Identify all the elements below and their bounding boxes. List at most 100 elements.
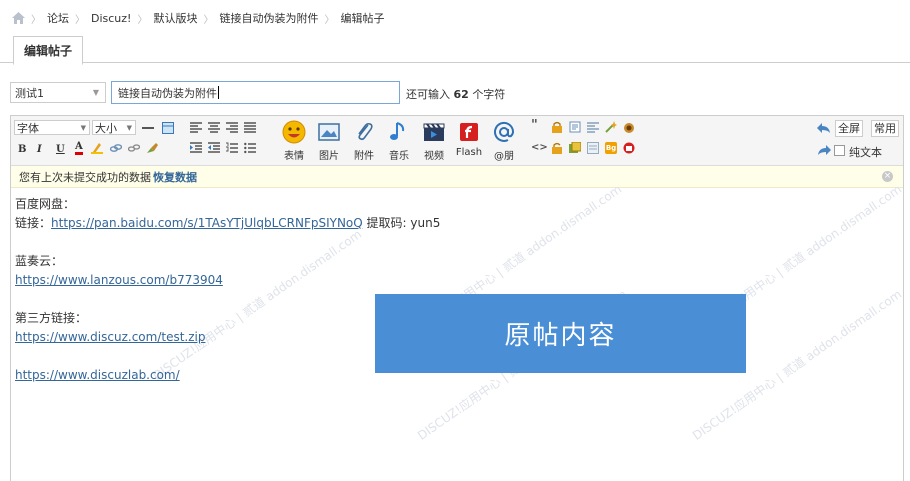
pagebreak-icon[interactable] [587,121,599,133]
breadcrumb-link[interactable]: 默认版块 [153,10,197,26]
char-limit-count: 62 [453,88,469,101]
unordered-list-icon[interactable] [244,142,256,154]
video-button[interactable]: 视频 [417,120,451,162]
baidu-link[interactable]: https://pan.baidu.com/s/1TAsYTjUlqbLCRNF… [51,216,363,230]
at-sign-icon [494,121,515,142]
font-color-button[interactable]: A [75,142,83,155]
content-line: 百度网盘： [15,197,76,211]
background-color-icon[interactable] [91,142,103,154]
emoticon-button[interactable]: 表情 [277,120,311,162]
text-caret [218,86,219,99]
tab-edit-post[interactable]: 编辑帖子 [13,36,83,65]
subject-input[interactable]: 链接自动伪装为附件 [111,81,400,104]
third-party-link[interactable]: https://www.discuz.com/test.zip [15,330,205,344]
template-icon[interactable] [587,142,599,154]
ordered-list-icon[interactable] [226,142,238,154]
draft-notice: 您有上次未提交成功的数据 恢复数据 × [11,166,903,188]
attachment-label: 附件 [354,151,374,162]
breadcrumb: 〉 论坛 〉 Discuz! 〉 默认版块 〉 链接自动伪装为附件 〉 编辑帖子 [12,9,384,27]
unlink-icon[interactable] [128,142,140,154]
smiley-icon [282,120,306,144]
mention-label: @朋 [494,151,514,162]
lock-icon[interactable] [551,121,563,133]
font-family-select[interactable]: 字体 ▼ [14,120,90,135]
fullscreen-button[interactable]: 全屏 [835,120,863,137]
content-line: 链接：https://pan.baidu.com/s/1TAsYTjUlqbLC… [15,214,895,233]
image-icon [318,123,340,141]
attachment-button[interactable]: 附件 [347,120,381,162]
mention-button[interactable]: @朋 [487,120,521,162]
music-button[interactable]: 音乐 [382,120,416,162]
common-button[interactable]: 常用 [871,120,899,137]
bold-button[interactable]: B [18,144,26,155]
extract-code: 提取码: yun5 [362,216,441,230]
music-label: 音乐 [389,151,409,162]
underline-button[interactable]: U [56,144,65,155]
align-justify-icon[interactable] [244,122,256,134]
tab-divider [0,62,910,63]
content-line: https://www.lanzous.com/b773904 [15,271,895,290]
char-limit: 还可输入 62 个字符 [406,86,505,102]
clear-format-icon[interactable] [146,142,158,154]
flash-icon [460,123,478,141]
font-size-select[interactable]: 大小 ▼ [92,120,136,135]
image-button[interactable]: 图片 [312,120,346,162]
align-left-icon[interactable] [190,122,202,134]
font-family-value: 字体 [17,122,39,135]
align-center-icon[interactable] [208,122,220,134]
home-icon[interactable] [12,12,25,24]
chevron-right-icon: 〉 [203,14,214,26]
image-gallery-icon[interactable] [569,142,581,154]
italic-button[interactable]: I [37,144,42,155]
bomb-icon[interactable] [623,121,635,133]
flash-button[interactable]: Flash [452,120,486,162]
free-content-icon[interactable] [569,121,581,133]
quote-icon[interactable]: " [531,119,543,133]
background-image-icon[interactable]: Bg [605,142,617,154]
robot-icon[interactable] [623,142,635,154]
undo-icon[interactable] [817,122,831,134]
lanzou-link[interactable]: https://www.lanzous.com/b773904 [15,273,223,287]
chevron-down-icon: ▼ [80,124,86,132]
flash-label: Flash [455,147,483,158]
music-note-icon [390,122,405,140]
outdent-icon[interactable] [208,142,220,154]
link-icon[interactable] [110,142,122,154]
table-icon[interactable] [162,122,174,134]
chevron-down-icon: ▼ [92,88,99,97]
breadcrumb-link[interactable]: Discuz! [91,12,131,25]
indent-icon[interactable] [190,142,202,154]
emoticon-label: 表情 [284,151,304,162]
plaintext-label: 纯文本 [849,146,882,159]
discuzlab-link[interactable]: https://www.discuzlab.com/ [15,368,180,382]
subject-value: 链接自动伪装为附件 [118,86,217,100]
redo-icon[interactable] [817,144,831,156]
chevron-right-icon: 〉 [31,14,41,26]
link-prefix: 链接： [15,216,52,230]
editor-toolbar: 字体 ▼ 大小 ▼ B I U A 表情 图片 附件 音乐 视频 Flash @… [11,116,903,166]
magic-icon[interactable] [605,121,617,133]
breadcrumb-link[interactable]: 论坛 [47,10,69,26]
horizontal-rule-icon[interactable] [142,122,154,134]
chevron-right-icon: 〉 [324,14,335,26]
thread-type-value: 测试1 [15,86,44,100]
hide-content-icon[interactable] [551,142,563,154]
draft-notice-text: 您有上次未提交成功的数据 [19,170,151,184]
content-line: 蓝奏云： [15,254,64,268]
chevron-right-icon: 〉 [137,14,148,26]
close-icon[interactable]: × [882,171,893,182]
breadcrumb-link[interactable]: 链接自动伪装为附件 [219,10,318,26]
thread-type-select[interactable]: 测试1 ▼ [10,82,106,103]
clapperboard-icon [423,123,445,141]
align-right-icon[interactable] [226,122,238,134]
font-size-value: 大小 [95,122,117,135]
original-content-banner: 原帖内容 [375,294,746,373]
image-label: 图片 [319,151,339,162]
plaintext-checkbox[interactable] [834,145,845,156]
restore-data-link[interactable]: 恢复数据 [153,169,197,185]
chevron-right-icon: 〉 [75,14,85,26]
breadcrumb-current: 编辑帖子 [340,12,385,25]
code-icon[interactable]: <> [531,142,548,154]
char-limit-prefix: 还可输入 [406,88,450,101]
